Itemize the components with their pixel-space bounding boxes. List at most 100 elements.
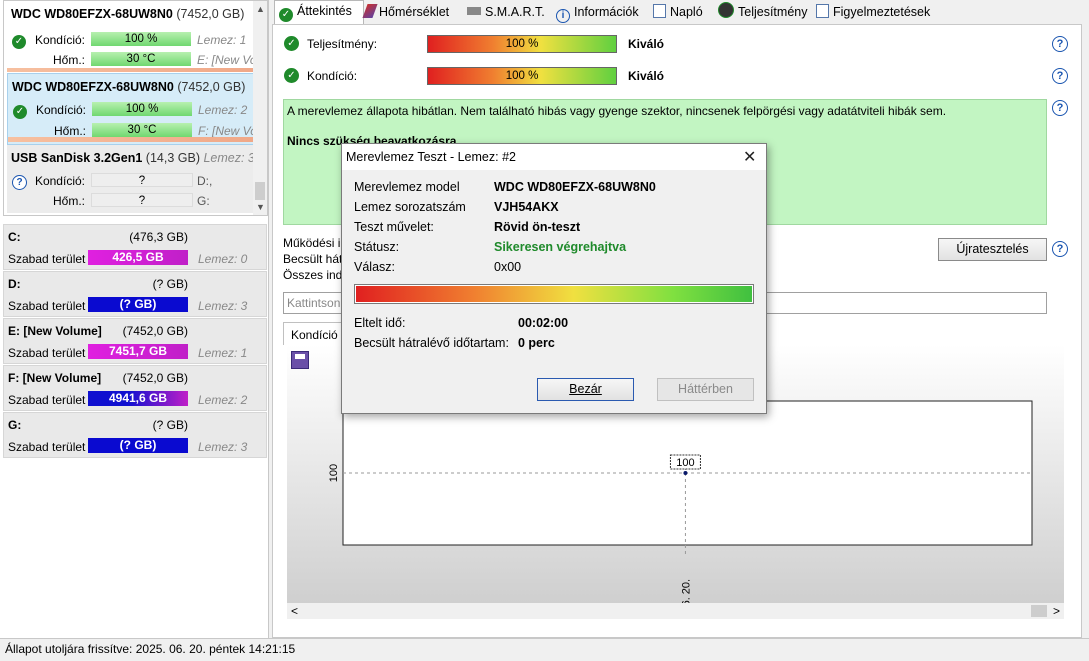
volume-entry-g[interactable]: G: (? GB) Szabad terület (? GB) Lemez: 3	[3, 412, 267, 458]
info-line: Összes indu	[283, 268, 350, 282]
check-icon: ✓	[284, 68, 299, 83]
check-icon: ✓	[284, 36, 299, 51]
retest-button[interactable]: Újratesztelés	[938, 238, 1047, 261]
disk-index: Lemez: 0	[198, 252, 248, 266]
tab-homerseklet[interactable]: Hőmérséklet	[362, 2, 449, 22]
volume-size: (7452,0 GB)	[122, 371, 188, 385]
temp-gauge-strip	[8, 137, 254, 142]
test-progress-bar	[356, 286, 752, 302]
response-value: 0x00	[494, 260, 522, 274]
close-icon[interactable]: ✕	[743, 147, 756, 167]
tab-informaciok[interactable]: i Információk	[556, 2, 639, 23]
disk-list-scrollbar[interactable]: ▲ ▼	[253, 1, 267, 215]
help-icon[interactable]: ?	[1052, 241, 1068, 257]
response-label: Válasz:	[354, 260, 395, 274]
tab-bar: ✓ Áttekintés Hőmérséklet S.M.A.R.T. i Info…	[272, 0, 1089, 24]
tab-attekintes[interactable]: ✓ Áttekintés	[274, 0, 364, 24]
perf-rating: Kiváló	[628, 37, 665, 51]
volume-name: D:	[8, 277, 21, 291]
free-space-bar: 426,5 GB	[88, 250, 188, 265]
chevron-up-icon[interactable]: ▲	[256, 4, 265, 14]
chart-scrollbar[interactable]: < >	[287, 603, 1064, 619]
hom-label: Hőm.:	[52, 194, 85, 208]
y-tick-label: 100	[328, 464, 340, 482]
disk-index: Lemez: 3	[198, 299, 248, 313]
volume-name: F: [New Volume]	[8, 371, 102, 385]
dialog-titlebar: Merevlemez Teszt - Lemez: #2 ✕	[342, 144, 766, 170]
tab-naplo[interactable]: Napló	[653, 2, 703, 22]
disk-list: WDC WD80EFZX-68UW8N0 (7452,0 GB) ✓ Kondí…	[3, 0, 268, 216]
volume-size: (476,3 GB)	[129, 230, 188, 244]
help-icon[interactable]: ?	[1052, 100, 1068, 116]
check-icon: ✓	[279, 8, 293, 22]
volume-size: (? GB)	[152, 418, 188, 432]
disk-test-dialog: Merevlemez Teszt - Lemez: #2 ✕ Merevleme…	[341, 143, 767, 414]
volume-size: (7452,0 GB)	[122, 324, 188, 338]
scrollbar-thumb[interactable]	[255, 182, 265, 200]
operation-label: Teszt művelet:	[354, 220, 434, 234]
model-label: Merevlemez model	[354, 180, 460, 194]
volume-entry-e[interactable]: E: [New Volume] (7452,0 GB) Szabad terül…	[3, 318, 267, 364]
background-button[interactable]: Háttérben	[657, 378, 754, 401]
volume-name: G:	[8, 418, 22, 432]
volume-entry-f[interactable]: F: [New Volume] (7452,0 GB) Szabad terül…	[3, 365, 267, 411]
dialog-title: Merevlemez Teszt - Lemez: #2	[346, 150, 516, 164]
volume-letters: F: [New Vo	[198, 124, 254, 138]
status-label: Státusz:	[354, 240, 400, 254]
volume-letters: G:	[197, 194, 210, 208]
free-space-label: Szabad terület	[8, 440, 86, 454]
help-icon[interactable]: ?	[1052, 36, 1068, 52]
volume-letters: D:,	[197, 174, 213, 188]
disk-title: USB SanDisk 3.2Gen1 (14,3 GB) Lemez: 3	[11, 151, 255, 165]
tab-teljesitmeny[interactable]: Teljesítmény	[718, 2, 807, 22]
elapsed-value: 00:02:00	[518, 316, 569, 330]
test-progress-track	[354, 284, 754, 304]
disk-index: Lemez: 2	[198, 103, 248, 117]
kondicio-bar: 100 %	[92, 102, 192, 116]
perf-label: Teljesítmény:	[307, 37, 378, 51]
free-space-label: Szabad terület	[8, 346, 86, 360]
temperature-bar: ?	[91, 193, 193, 207]
status-bar: Állapot utoljára frissítve: 2025. 06. 20…	[0, 638, 1089, 661]
cond-rating: Kiváló	[628, 69, 665, 83]
elapsed-label: Eltelt idő:	[354, 316, 406, 330]
free-space-bar: (? GB)	[88, 438, 188, 453]
disk-title: WDC WD80EFZX-68UW8N0 (7452,0 GB)	[12, 80, 246, 94]
x-tick-label: 2025. 06. 20.	[680, 579, 692, 603]
condition-bar: 100 %	[427, 67, 617, 85]
volume-name: E: [New Volume]	[8, 324, 102, 338]
close-button-label: Bezár	[569, 382, 602, 396]
disk-entry-2[interactable]: WDC WD80EFZX-68UW8N0 (7452,0 GB) ✓ Kondí…	[7, 73, 255, 145]
kondicio-bar: 100 %	[91, 32, 191, 46]
subtab-label: Kondíció	[291, 328, 338, 342]
free-space-bar: (? GB)	[88, 297, 188, 312]
data-label: 100	[676, 457, 694, 469]
help-icon[interactable]: ?	[1052, 68, 1068, 84]
free-space-bar: 7451,7 GB	[88, 344, 188, 359]
gauge-icon	[718, 2, 734, 18]
close-button[interactable]: Bezár	[537, 378, 634, 401]
free-space-label: Szabad terület	[8, 252, 86, 266]
chevron-down-icon[interactable]: ▼	[256, 202, 265, 212]
info-line: Becsült hát	[283, 252, 343, 266]
subtab-kondicio[interactable]: Kondíció	[283, 322, 345, 345]
chevron-right-icon[interactable]: >	[1053, 604, 1060, 618]
tab-smart[interactable]: S.M.A.R.T.	[467, 2, 545, 22]
status-value: Sikeresen végrehajtva	[494, 240, 627, 254]
chevron-left-icon[interactable]: <	[291, 604, 298, 618]
volume-entry-d[interactable]: D: (? GB) Szabad terület (? GB) Lemez: 3	[3, 271, 267, 317]
volume-name: C:	[8, 230, 21, 244]
volume-size: (? GB)	[152, 277, 188, 291]
disk-entry-1[interactable]: WDC WD80EFZX-68UW8N0 (7452,0 GB) ✓ Kondí…	[7, 1, 253, 72]
info-line: Működési i	[283, 236, 341, 250]
kondicio-bar: ?	[91, 173, 193, 187]
kondicio-label: Kondíció:	[35, 103, 86, 117]
disk-entry-3[interactable]: USB SanDisk 3.2Gen1 (14,3 GB) Lemez: 3 ?…	[7, 145, 255, 213]
kondicio-label: Kondíció:	[34, 33, 85, 47]
status-message: A merevlemez állapota hibátlan. Nem talá…	[287, 104, 947, 118]
volume-entry-c[interactable]: C: (476,3 GB) Szabad terület 426,5 GB Le…	[3, 224, 267, 270]
hom-label: Hőm.:	[53, 124, 86, 138]
tab-figyelmeztetesek[interactable]: Figyelmeztetések	[816, 2, 930, 22]
hom-label: Hőm.:	[52, 53, 85, 67]
scrollbar-thumb[interactable]	[1031, 605, 1047, 617]
